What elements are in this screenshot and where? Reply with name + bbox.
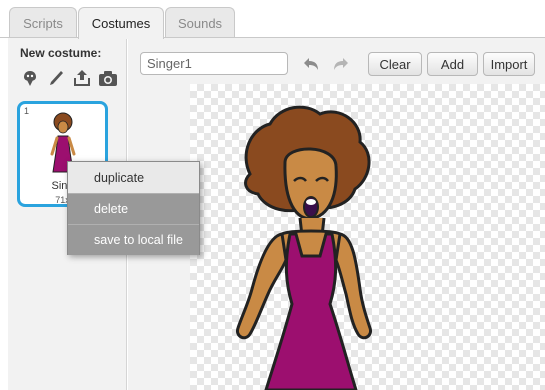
singer-costume-drawing bbox=[235, 105, 373, 390]
redo-icon[interactable] bbox=[328, 52, 352, 75]
import-button[interactable]: Import bbox=[483, 52, 535, 76]
paint-canvas[interactable] bbox=[190, 84, 545, 390]
brush-icon[interactable] bbox=[46, 68, 66, 88]
tab-sounds[interactable]: Sounds bbox=[165, 7, 235, 38]
paint-new-costume-icon[interactable] bbox=[20, 68, 40, 88]
new-costume-label: New costume: bbox=[20, 46, 102, 60]
menu-item-delete[interactable]: delete bbox=[68, 193, 199, 224]
costume-name-input[interactable] bbox=[140, 52, 288, 75]
new-costume-tools bbox=[20, 68, 118, 88]
tab-costumes[interactable]: Costumes bbox=[78, 7, 164, 39]
menu-item-save-to-local-file[interactable]: save to local file bbox=[68, 224, 199, 255]
undo-icon[interactable] bbox=[300, 52, 324, 75]
add-button[interactable]: Add bbox=[427, 52, 478, 76]
camera-icon[interactable] bbox=[98, 68, 118, 88]
costume-context-menu: duplicate delete save to local file bbox=[67, 161, 200, 255]
upload-icon[interactable] bbox=[72, 68, 92, 88]
tab-scripts[interactable]: Scripts bbox=[9, 7, 77, 38]
clear-button[interactable]: Clear bbox=[368, 52, 422, 76]
menu-item-duplicate[interactable]: duplicate bbox=[68, 162, 199, 193]
costume-number: 1 bbox=[24, 106, 30, 116]
tab-bar: Scripts Costumes Sounds bbox=[0, 0, 545, 39]
